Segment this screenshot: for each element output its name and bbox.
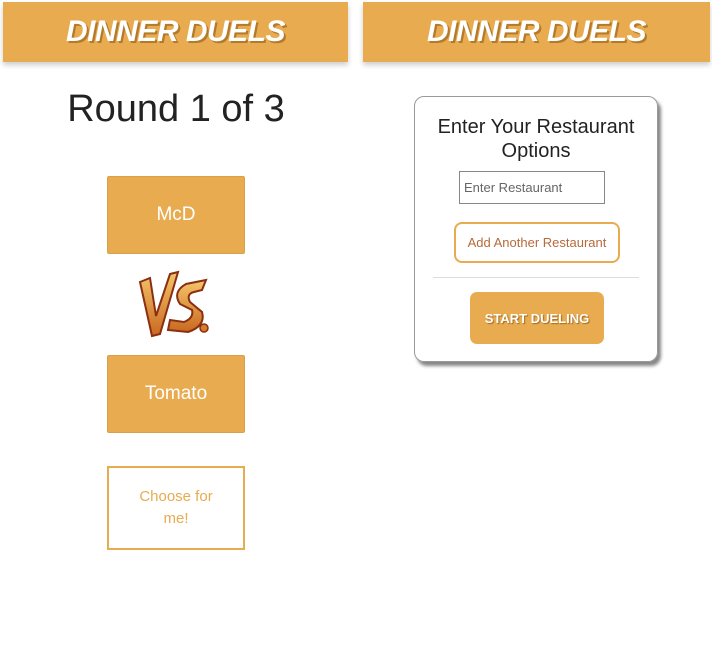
vs-icon [138,270,209,338]
app-title: DINNER DUELS [426,15,647,48]
divider [433,277,639,278]
choose-for-me-button[interactable]: Choose for me! [107,466,245,550]
card-title: Enter Your Restaurant Options [437,116,635,162]
option-b-button[interactable]: Tomato [107,355,245,433]
app-header-right: DINNER DUELS [363,2,710,62]
round-indicator: Round 1 of 3 [67,88,285,130]
app-title: DINNER DUELS [65,15,286,48]
app-header: DINNER DUELS [3,2,348,62]
option-a-button[interactable]: McD [107,176,245,254]
add-restaurant-button[interactable]: Add Another Restaurant [454,222,620,263]
restaurant-entry-card: Enter Your Restaurant Options Add Anothe… [414,96,658,362]
restaurant-input[interactable] [459,171,605,204]
start-dueling-button[interactable]: START DUELING [470,292,604,344]
